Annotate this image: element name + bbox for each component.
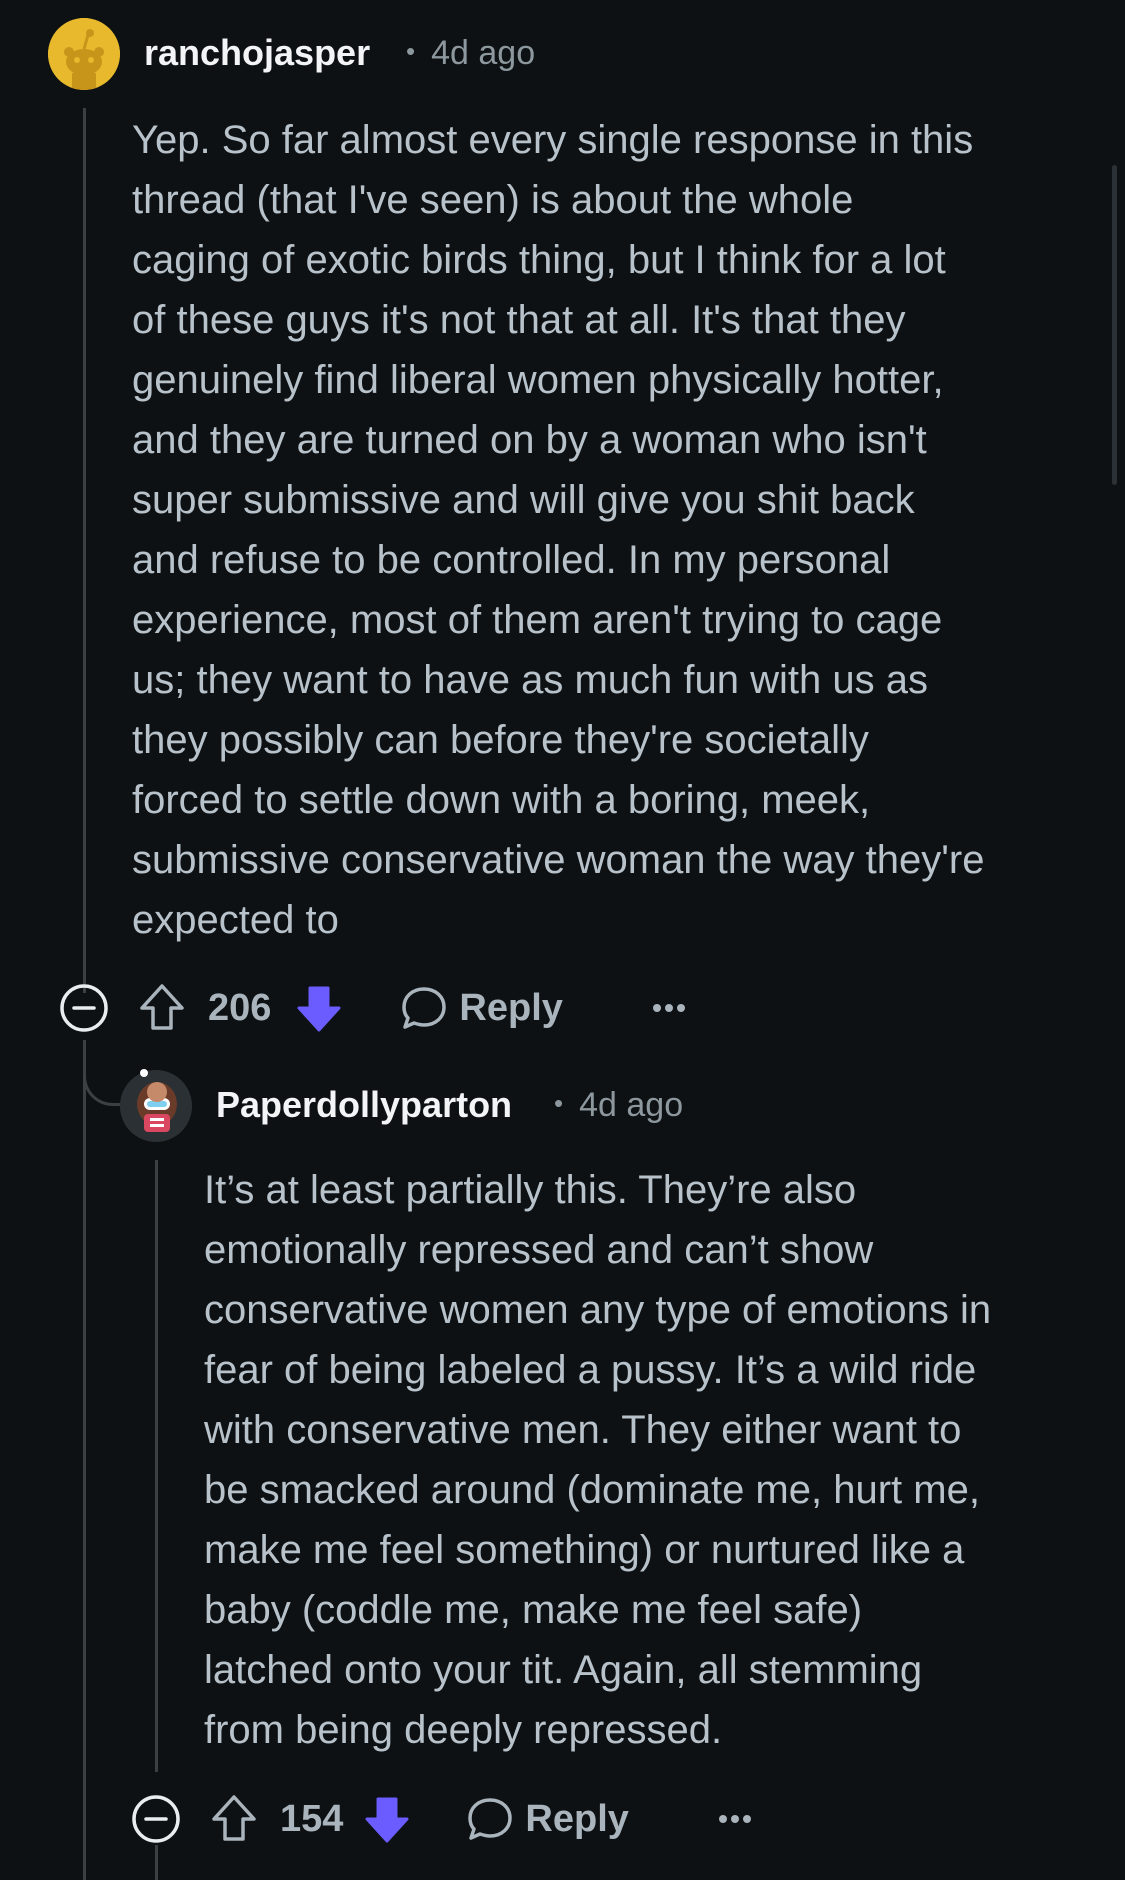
comment-username[interactable]: ranchojasper [144,32,370,74]
collapse-icon[interactable] [130,1793,182,1845]
separator-dot: • [406,36,416,66]
comment-line: and refuse to be controlled. In my perso… [132,538,891,582]
comment-line: of these guys it's not that at all. It's… [132,298,906,342]
comment-actions: 206 Reply [58,978,758,1038]
more-options-icon[interactable] [649,988,689,1028]
thread-line-root-continued [83,1040,86,1880]
comment-line: submissive conservative woman the way th… [132,838,985,882]
comment-line: latched onto your tit. Again, all stemmi… [204,1648,923,1692]
comment-time: 4d ago [579,1086,684,1124]
separator-dot: • [554,1088,564,1118]
thread-line-reply [155,1160,158,1772]
comment-line: expected to [132,898,339,942]
vote-score: 206 [208,986,272,1029]
comment-time: 4d ago [431,34,536,72]
comment-line: caging of exotic birds thing, but I thin… [132,238,946,282]
comment-line: and they are turned on by a woman who is… [132,418,927,462]
comment-line: with conservative men. They either want … [204,1408,962,1452]
upvote-icon[interactable] [208,1793,260,1845]
comment-actions: 154 Reply [130,1789,830,1849]
comment-timestamp: • 4d ago [554,1086,683,1125]
comment-body: Yep. So far almost every single response… [132,110,1092,950]
upvote-icon[interactable] [136,982,188,1034]
comment-line: be smacked around (dominate me, hurt me, [204,1468,980,1512]
comment-line: conservative women any type of emotions … [204,1288,992,1332]
collapse-icon[interactable] [58,982,110,1034]
comment-line: us; they want to have as much fun with u… [132,658,928,702]
comment-line: forced to settle down with a boring, mee… [132,778,871,822]
comment-body: It’s at least partially this. They’re al… [204,1160,1104,1760]
custom-avatar-icon[interactable] [120,1069,192,1142]
comment-line: super submissive and will give you shit … [132,478,915,522]
reply-button[interactable]: Reply [525,1798,628,1841]
comment-line: emotionally repressed and can’t show [204,1228,874,1272]
comment-username[interactable]: Paperdollyparton [216,1084,512,1126]
snoo-avatar-icon[interactable] [48,18,120,90]
downvote-icon[interactable] [293,982,345,1034]
comment-line: Yep. So far almost every single response… [132,118,974,162]
comment-timestamp: • 4d ago [406,34,535,73]
more-options-icon[interactable] [715,1799,755,1839]
scrollbar[interactable] [1112,165,1117,485]
comment-line: It’s at least partially this. They’re al… [204,1168,857,1212]
comment-line: baby (coddle me, make me feel safe) [204,1588,863,1632]
thread-line-root [83,108,86,993]
reply-bubble-icon[interactable] [465,1794,515,1844]
comment-line: genuinely find liberal women physically … [132,358,944,402]
comment-line: experience, most of them aren't trying t… [132,598,943,642]
comment-line: they possibly can before they're societa… [132,718,869,762]
comment-line: thread (that I've seen) is about the who… [132,178,854,222]
thread-connector [83,1040,123,1106]
reply-bubble-icon[interactable] [399,983,449,1033]
comment-line: fear of being labeled a pussy. It’s a wi… [204,1348,977,1392]
comment-line: make me feel something) or nurtured like… [204,1528,965,1572]
downvote-icon[interactable] [361,1793,413,1845]
comment-line: from being deeply repressed. [204,1708,723,1752]
thread-line-reply-continued [155,1845,158,1880]
vote-score: 154 [280,1797,344,1840]
reply-button[interactable]: Reply [459,987,562,1030]
